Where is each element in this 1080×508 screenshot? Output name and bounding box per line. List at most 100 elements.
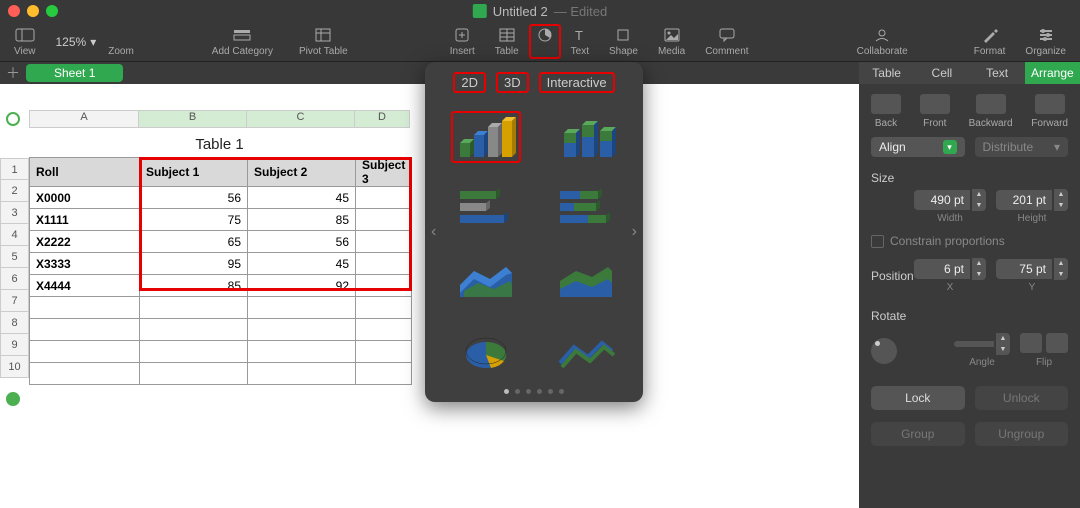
- lock-button[interactable]: Lock: [871, 386, 965, 410]
- col-header-c[interactable]: C: [247, 110, 355, 128]
- rotate-dial[interactable]: [871, 338, 897, 364]
- page-dots[interactable]: [425, 389, 643, 394]
- fullscreen-window-button[interactable]: [46, 5, 58, 17]
- format-icon: [982, 26, 998, 44]
- chart-type-3d-bar[interactable]: [451, 183, 521, 235]
- flip-horizontal-button[interactable]: [1020, 333, 1042, 353]
- row-header[interactable]: 3: [0, 202, 29, 224]
- collaborate-button[interactable]: Collaborate: [841, 26, 924, 57]
- organize-button[interactable]: Organize: [1015, 26, 1076, 57]
- angle-field[interactable]: [954, 341, 994, 347]
- y-stepper[interactable]: ▲▼: [1054, 258, 1068, 280]
- table-row[interactable]: .: [30, 363, 412, 385]
- table-row[interactable]: .: [30, 341, 412, 363]
- table-row[interactable]: X33339545: [30, 253, 412, 275]
- row-header[interactable]: 5: [0, 246, 29, 268]
- width-label: Width: [914, 213, 986, 224]
- chart-page-next[interactable]: ›: [632, 223, 637, 241]
- inspector-tab-text[interactable]: Text: [970, 62, 1025, 84]
- chart-type-3d-line[interactable]: [551, 327, 621, 379]
- header-subject2[interactable]: Subject 2: [248, 158, 356, 187]
- row-header[interactable]: 2: [0, 180, 29, 202]
- close-window-button[interactable]: [8, 5, 20, 17]
- format-button[interactable]: Format: [964, 26, 1016, 57]
- row-header[interactable]: 1: [0, 158, 29, 180]
- height-stepper[interactable]: ▲▼: [1054, 189, 1068, 211]
- table-handle-bottom[interactable]: [6, 392, 20, 406]
- row-header[interactable]: 9: [0, 334, 29, 356]
- zoom-menu[interactable]: 125% ▾: [46, 35, 107, 49]
- row-header[interactable]: 6: [0, 268, 29, 290]
- width-field[interactable]: 490 pt: [914, 190, 970, 210]
- constrain-checkbox[interactable]: [871, 235, 884, 248]
- y-field[interactable]: 75 pt: [996, 259, 1052, 279]
- move-backward-button[interactable]: Backward: [969, 94, 1013, 129]
- table-row[interactable]: X44448592: [30, 275, 412, 297]
- header-subject1[interactable]: Subject 1: [140, 158, 248, 187]
- inspector-tab-table[interactable]: Table: [859, 62, 914, 84]
- flip-vertical-button[interactable]: [1046, 333, 1068, 353]
- shape-button[interactable]: Shape: [599, 26, 648, 57]
- chart-type-3d-stacked-column[interactable]: [551, 111, 621, 163]
- angle-stepper[interactable]: ▲▼: [996, 333, 1010, 355]
- table-title[interactable]: Table 1: [29, 132, 410, 157]
- row-header[interactable]: 8: [0, 312, 29, 334]
- pivot-table-button[interactable]: Pivot Table: [289, 26, 358, 57]
- move-forward-button[interactable]: Forward: [1031, 94, 1068, 129]
- chart-type-3d-stacked-bar[interactable]: [551, 183, 621, 235]
- chart-type-3d-column[interactable]: [451, 111, 521, 163]
- width-stepper[interactable]: ▲▼: [972, 189, 986, 211]
- table-button[interactable]: Table: [485, 26, 529, 57]
- inspector-tab-arrange[interactable]: Arrange: [1025, 62, 1080, 84]
- chart-tab-3d[interactable]: 3D: [496, 72, 529, 93]
- header-roll[interactable]: Roll: [30, 158, 140, 187]
- x-field[interactable]: 6 pt: [914, 259, 970, 279]
- ungroup-button[interactable]: Ungroup: [975, 422, 1069, 446]
- height-field[interactable]: 201 pt: [996, 190, 1052, 210]
- text-button[interactable]: T Text: [561, 26, 599, 57]
- table-handle-top[interactable]: [6, 112, 20, 126]
- chart-type-3d-pie[interactable]: [451, 327, 521, 379]
- chart-tab-interactive[interactable]: Interactive: [539, 72, 615, 93]
- inspector-tab-cell[interactable]: Cell: [914, 62, 969, 84]
- move-back-button[interactable]: Back: [871, 94, 901, 129]
- row-headers[interactable]: 1 2 3 4 5 6 7 8 9 10: [0, 158, 29, 378]
- add-sheet-button[interactable]: ＋: [6, 63, 20, 83]
- chart-type-3d-stacked-area[interactable]: [551, 255, 621, 307]
- unlock-button[interactable]: Unlock: [975, 386, 1069, 410]
- sheet-tab[interactable]: Sheet 1: [26, 64, 123, 82]
- minimize-window-button[interactable]: [27, 5, 39, 17]
- row-header[interactable]: 4: [0, 224, 29, 246]
- table-row[interactable]: X11117585: [30, 209, 412, 231]
- comment-button[interactable]: Comment: [695, 26, 758, 57]
- chevron-down-icon: ▾: [90, 35, 96, 49]
- toolbar: View 125% ▾ Zoom Add Category Pivot Tabl…: [0, 22, 1080, 62]
- table-row[interactable]: X22226556: [30, 231, 412, 253]
- align-dropdown[interactable]: Align▾: [871, 137, 965, 157]
- flip-label: Flip: [1036, 357, 1052, 368]
- view-menu[interactable]: View: [4, 26, 46, 57]
- col-header-d[interactable]: D: [355, 110, 410, 128]
- add-category-button[interactable]: Add Category: [196, 26, 289, 57]
- row-header[interactable]: 7: [0, 290, 29, 312]
- svg-text:T: T: [575, 28, 583, 42]
- header-subject3[interactable]: Subject 3: [356, 158, 412, 187]
- insert-button[interactable]: Insert: [440, 26, 485, 57]
- col-header-b[interactable]: B: [139, 110, 247, 128]
- media-button[interactable]: Media: [648, 26, 695, 57]
- add-category-label: Add Category: [212, 46, 273, 57]
- chart-page-prev[interactable]: ‹: [431, 223, 436, 241]
- row-header[interactable]: 10: [0, 356, 29, 378]
- table-row[interactable]: .: [30, 297, 412, 319]
- col-header-a[interactable]: A: [29, 110, 139, 128]
- chart-tab-2d[interactable]: 2D: [453, 72, 486, 93]
- chart-button[interactable]: C: [529, 24, 561, 59]
- chart-type-3d-area[interactable]: [451, 255, 521, 307]
- rotate-section-label: Rotate: [859, 299, 1080, 327]
- group-button[interactable]: Group: [871, 422, 965, 446]
- table-row[interactable]: .: [30, 319, 412, 341]
- x-stepper[interactable]: ▲▼: [972, 258, 986, 280]
- move-front-button[interactable]: Front: [920, 94, 950, 129]
- table-row[interactable]: X00005645: [30, 187, 412, 209]
- distribute-dropdown[interactable]: Distribute▾: [975, 137, 1069, 157]
